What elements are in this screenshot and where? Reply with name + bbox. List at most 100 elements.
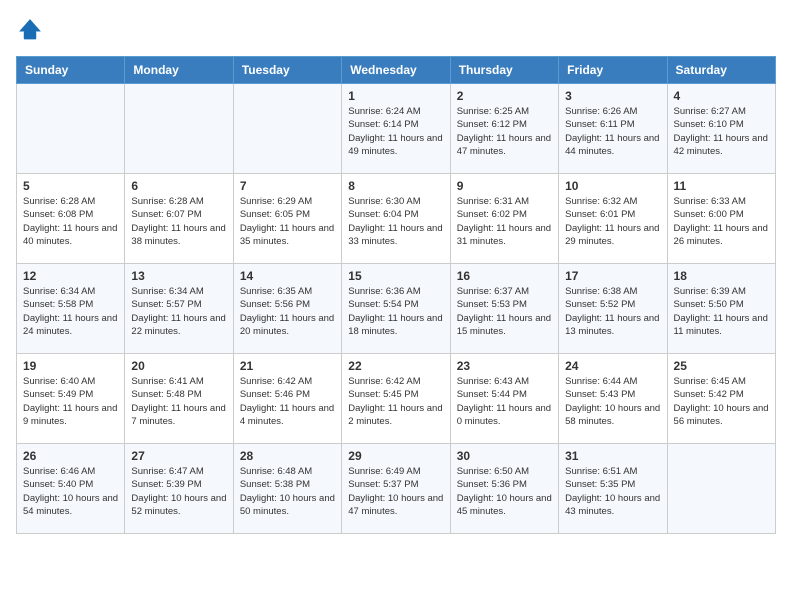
day-number: 31 xyxy=(565,449,660,463)
day-info: Sunrise: 6:44 AM Sunset: 5:43 PM Dayligh… xyxy=(565,375,660,428)
calendar-cell: 15 Sunrise: 6:36 AM Sunset: 5:54 PM Dayli… xyxy=(342,264,450,354)
calendar-table: SundayMondayTuesdayWednesdayThursdayFrid… xyxy=(16,56,776,534)
header-sunday: Sunday xyxy=(17,57,125,84)
calendar-cell: 5 Sunrise: 6:28 AM Sunset: 6:08 PM Daylig… xyxy=(17,174,125,264)
day-info: Sunrise: 6:31 AM Sunset: 6:02 PM Dayligh… xyxy=(457,195,552,248)
day-number: 30 xyxy=(457,449,552,463)
day-info: Sunrise: 6:28 AM Sunset: 6:08 PM Dayligh… xyxy=(23,195,118,248)
day-info: Sunrise: 6:50 AM Sunset: 5:36 PM Dayligh… xyxy=(457,465,552,518)
day-info: Sunrise: 6:36 AM Sunset: 5:54 PM Dayligh… xyxy=(348,285,443,338)
calendar-header-row: SundayMondayTuesdayWednesdayThursdayFrid… xyxy=(17,57,776,84)
day-info: Sunrise: 6:34 AM Sunset: 5:57 PM Dayligh… xyxy=(131,285,226,338)
day-number: 28 xyxy=(240,449,335,463)
calendar-cell xyxy=(233,84,341,174)
day-number: 22 xyxy=(348,359,443,373)
day-number: 14 xyxy=(240,269,335,283)
header-wednesday: Wednesday xyxy=(342,57,450,84)
day-info: Sunrise: 6:49 AM Sunset: 5:37 PM Dayligh… xyxy=(348,465,443,518)
day-info: Sunrise: 6:39 AM Sunset: 5:50 PM Dayligh… xyxy=(674,285,769,338)
calendar-cell xyxy=(17,84,125,174)
day-number: 10 xyxy=(565,179,660,193)
day-info: Sunrise: 6:45 AM Sunset: 5:42 PM Dayligh… xyxy=(674,375,769,428)
page-header xyxy=(16,16,776,44)
day-info: Sunrise: 6:27 AM Sunset: 6:10 PM Dayligh… xyxy=(674,105,769,158)
day-number: 5 xyxy=(23,179,118,193)
day-number: 9 xyxy=(457,179,552,193)
header-monday: Monday xyxy=(125,57,233,84)
day-info: Sunrise: 6:37 AM Sunset: 5:53 PM Dayligh… xyxy=(457,285,552,338)
day-number: 4 xyxy=(674,89,769,103)
day-number: 17 xyxy=(565,269,660,283)
calendar-cell: 9 Sunrise: 6:31 AM Sunset: 6:02 PM Daylig… xyxy=(450,174,558,264)
calendar-week-3: 12Sunrise: 6:34 AM Sunset: 5:58 PM Dayli… xyxy=(17,264,776,354)
day-info: Sunrise: 6:42 AM Sunset: 5:45 PM Dayligh… xyxy=(348,375,443,428)
day-info: Sunrise: 6:43 AM Sunset: 5:44 PM Dayligh… xyxy=(457,375,552,428)
day-info: Sunrise: 6:46 AM Sunset: 5:40 PM Dayligh… xyxy=(23,465,118,518)
day-number: 24 xyxy=(565,359,660,373)
calendar-cell: 14 Sunrise: 6:35 AM Sunset: 5:56 PM Dayli… xyxy=(233,264,341,354)
day-number: 23 xyxy=(457,359,552,373)
day-info: Sunrise: 6:47 AM Sunset: 5:39 PM Dayligh… xyxy=(131,465,226,518)
calendar-week-2: 5 Sunrise: 6:28 AM Sunset: 6:08 PM Daylig… xyxy=(17,174,776,264)
calendar-cell: 10 Sunrise: 6:32 AM Sunset: 6:01 PM Dayli… xyxy=(559,174,667,264)
day-number: 19 xyxy=(23,359,118,373)
calendar-cell: 25 Sunrise: 6:45 AM Sunset: 5:42 PM Dayli… xyxy=(667,354,775,444)
day-info: Sunrise: 6:29 AM Sunset: 6:05 PM Dayligh… xyxy=(240,195,335,248)
calendar-cell: 21Sunrise: 6:42 AM Sunset: 5:46 PM Dayli… xyxy=(233,354,341,444)
day-info: Sunrise: 6:26 AM Sunset: 6:11 PM Dayligh… xyxy=(565,105,660,158)
day-info: Sunrise: 6:32 AM Sunset: 6:01 PM Dayligh… xyxy=(565,195,660,248)
calendar-cell: 29 Sunrise: 6:49 AM Sunset: 5:37 PM Dayli… xyxy=(342,444,450,534)
day-info: Sunrise: 6:25 AM Sunset: 6:12 PM Dayligh… xyxy=(457,105,552,158)
day-info: Sunrise: 6:42 AM Sunset: 5:46 PM Dayligh… xyxy=(240,375,335,428)
calendar-cell: 6 Sunrise: 6:28 AM Sunset: 6:07 PM Daylig… xyxy=(125,174,233,264)
calendar-cell: 17Sunrise: 6:38 AM Sunset: 5:52 PM Dayli… xyxy=(559,264,667,354)
calendar-cell: 18 Sunrise: 6:39 AM Sunset: 5:50 PM Dayli… xyxy=(667,264,775,354)
day-number: 2 xyxy=(457,89,552,103)
day-number: 25 xyxy=(674,359,769,373)
day-number: 6 xyxy=(131,179,226,193)
calendar-cell: 11 Sunrise: 6:33 AM Sunset: 6:00 PM Dayli… xyxy=(667,174,775,264)
day-info: Sunrise: 6:28 AM Sunset: 6:07 PM Dayligh… xyxy=(131,195,226,248)
day-info: Sunrise: 6:41 AM Sunset: 5:48 PM Dayligh… xyxy=(131,375,226,428)
header-friday: Friday xyxy=(559,57,667,84)
logo-icon xyxy=(16,16,44,44)
day-number: 11 xyxy=(674,179,769,193)
day-number: 1 xyxy=(348,89,443,103)
day-number: 7 xyxy=(240,179,335,193)
day-info: Sunrise: 6:33 AM Sunset: 6:00 PM Dayligh… xyxy=(674,195,769,248)
day-number: 13 xyxy=(131,269,226,283)
day-number: 12 xyxy=(23,269,118,283)
calendar-week-4: 19 Sunrise: 6:40 AM Sunset: 5:49 PM Dayli… xyxy=(17,354,776,444)
calendar-cell: 22 Sunrise: 6:42 AM Sunset: 5:45 PM Dayli… xyxy=(342,354,450,444)
calendar-cell: 16 Sunrise: 6:37 AM Sunset: 5:53 PM Dayli… xyxy=(450,264,558,354)
calendar-cell: 28 Sunrise: 6:48 AM Sunset: 5:38 PM Dayli… xyxy=(233,444,341,534)
logo xyxy=(16,16,48,44)
day-info: Sunrise: 6:48 AM Sunset: 5:38 PM Dayligh… xyxy=(240,465,335,518)
calendar-cell: 3Sunrise: 6:26 AM Sunset: 6:11 PM Daylig… xyxy=(559,84,667,174)
day-number: 15 xyxy=(348,269,443,283)
calendar-cell: 13 Sunrise: 6:34 AM Sunset: 5:57 PM Dayli… xyxy=(125,264,233,354)
day-info: Sunrise: 6:24 AM Sunset: 6:14 PM Dayligh… xyxy=(348,105,443,158)
calendar-cell: 23 Sunrise: 6:43 AM Sunset: 5:44 PM Dayli… xyxy=(450,354,558,444)
day-info: Sunrise: 6:35 AM Sunset: 5:56 PM Dayligh… xyxy=(240,285,335,338)
calendar-cell: 27 Sunrise: 6:47 AM Sunset: 5:39 PM Dayli… xyxy=(125,444,233,534)
calendar-cell: 7 Sunrise: 6:29 AM Sunset: 6:05 PM Daylig… xyxy=(233,174,341,264)
day-number: 29 xyxy=(348,449,443,463)
day-number: 27 xyxy=(131,449,226,463)
calendar-cell: 4 Sunrise: 6:27 AM Sunset: 6:10 PM Daylig… xyxy=(667,84,775,174)
calendar-cell: 12Sunrise: 6:34 AM Sunset: 5:58 PM Dayli… xyxy=(17,264,125,354)
day-number: 16 xyxy=(457,269,552,283)
header-tuesday: Tuesday xyxy=(233,57,341,84)
header-thursday: Thursday xyxy=(450,57,558,84)
day-number: 18 xyxy=(674,269,769,283)
day-info: Sunrise: 6:40 AM Sunset: 5:49 PM Dayligh… xyxy=(23,375,118,428)
calendar-cell: 19 Sunrise: 6:40 AM Sunset: 5:49 PM Dayli… xyxy=(17,354,125,444)
calendar-cell: 20Sunrise: 6:41 AM Sunset: 5:48 PM Dayli… xyxy=(125,354,233,444)
calendar-cell: 1 Sunrise: 6:24 AM Sunset: 6:14 PM Daylig… xyxy=(342,84,450,174)
calendar-cell xyxy=(667,444,775,534)
calendar-week-1: 1 Sunrise: 6:24 AM Sunset: 6:14 PM Daylig… xyxy=(17,84,776,174)
calendar-cell xyxy=(125,84,233,174)
calendar-cell: 26 Sunrise: 6:46 AM Sunset: 5:40 PM Dayli… xyxy=(17,444,125,534)
day-number: 26 xyxy=(23,449,118,463)
day-info: Sunrise: 6:30 AM Sunset: 6:04 PM Dayligh… xyxy=(348,195,443,248)
